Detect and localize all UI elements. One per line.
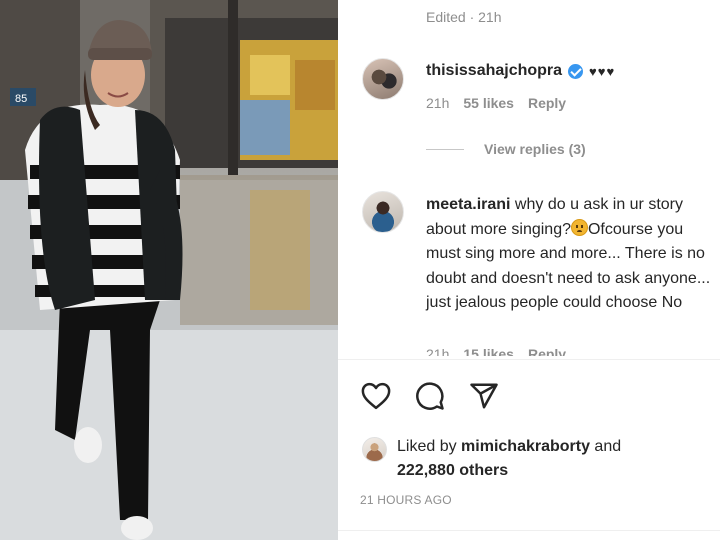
comments-list[interactable]: Edited · 21h thisissahajchopra ♥♥♥ 21h 5… <box>338 0 720 356</box>
comment-time: 21h <box>426 95 450 111</box>
frown-emoji-icon <box>570 218 588 236</box>
share-button[interactable] <box>468 380 500 412</box>
reply-button[interactable]: Reply <box>528 346 566 356</box>
avatar[interactable] <box>362 58 404 100</box>
like-button[interactable] <box>360 380 392 412</box>
verified-badge-icon <box>568 63 584 79</box>
edited-label: Edited · 21h <box>426 9 502 25</box>
comment-body: meeta.irani why do u ask in ur story abo… <box>426 193 720 316</box>
comment-time: 21h <box>426 346 450 356</box>
action-bar <box>360 380 500 412</box>
street-sign-text: 85 <box>15 93 27 105</box>
comment-likes[interactable]: 15 likes <box>463 346 514 356</box>
post-photo[interactable]: 85 <box>0 0 338 540</box>
post-photo-illustration: 85 <box>0 0 338 540</box>
comment-username[interactable]: thisissahajchopra <box>426 62 562 80</box>
likes-prefix: Liked by <box>397 438 462 455</box>
replies-dash <box>426 148 464 150</box>
comment-username[interactable]: meeta.irani <box>426 196 510 213</box>
post-side-panel: Edited · 21h thisissahajchopra ♥♥♥ 21h 5… <box>338 0 720 540</box>
comment-icon <box>416 382 444 410</box>
heart-icon <box>361 382 391 410</box>
likes-user-link[interactable]: mimichakraborty <box>461 438 590 455</box>
comment-meta: 21h 15 likes Reply <box>426 346 566 356</box>
comment-meta: 21h 55 likes Reply <box>426 95 566 111</box>
likes-summary: Liked by mimichakraborty and 222,880 oth… <box>397 435 697 483</box>
likes-others-link[interactable]: 222,880 others <box>397 462 508 479</box>
likes-and: and <box>589 438 622 455</box>
reply-button[interactable]: Reply <box>528 95 566 111</box>
post-timestamp[interactable]: 21 HOURS AGO <box>360 493 452 507</box>
view-replies-button[interactable]: View replies (3) <box>426 141 586 157</box>
divider <box>338 530 720 531</box>
avatar[interactable] <box>362 437 387 462</box>
comment-row: thisissahajchopra ♥♥♥ <box>426 62 615 80</box>
divider <box>338 359 720 360</box>
comment-likes[interactable]: 55 likes <box>463 95 514 111</box>
share-icon <box>470 383 498 409</box>
comment-text: ♥♥♥ <box>589 63 616 79</box>
view-replies-label: View replies (3) <box>484 141 586 157</box>
avatar[interactable] <box>362 191 404 233</box>
comment-button[interactable] <box>414 380 446 412</box>
